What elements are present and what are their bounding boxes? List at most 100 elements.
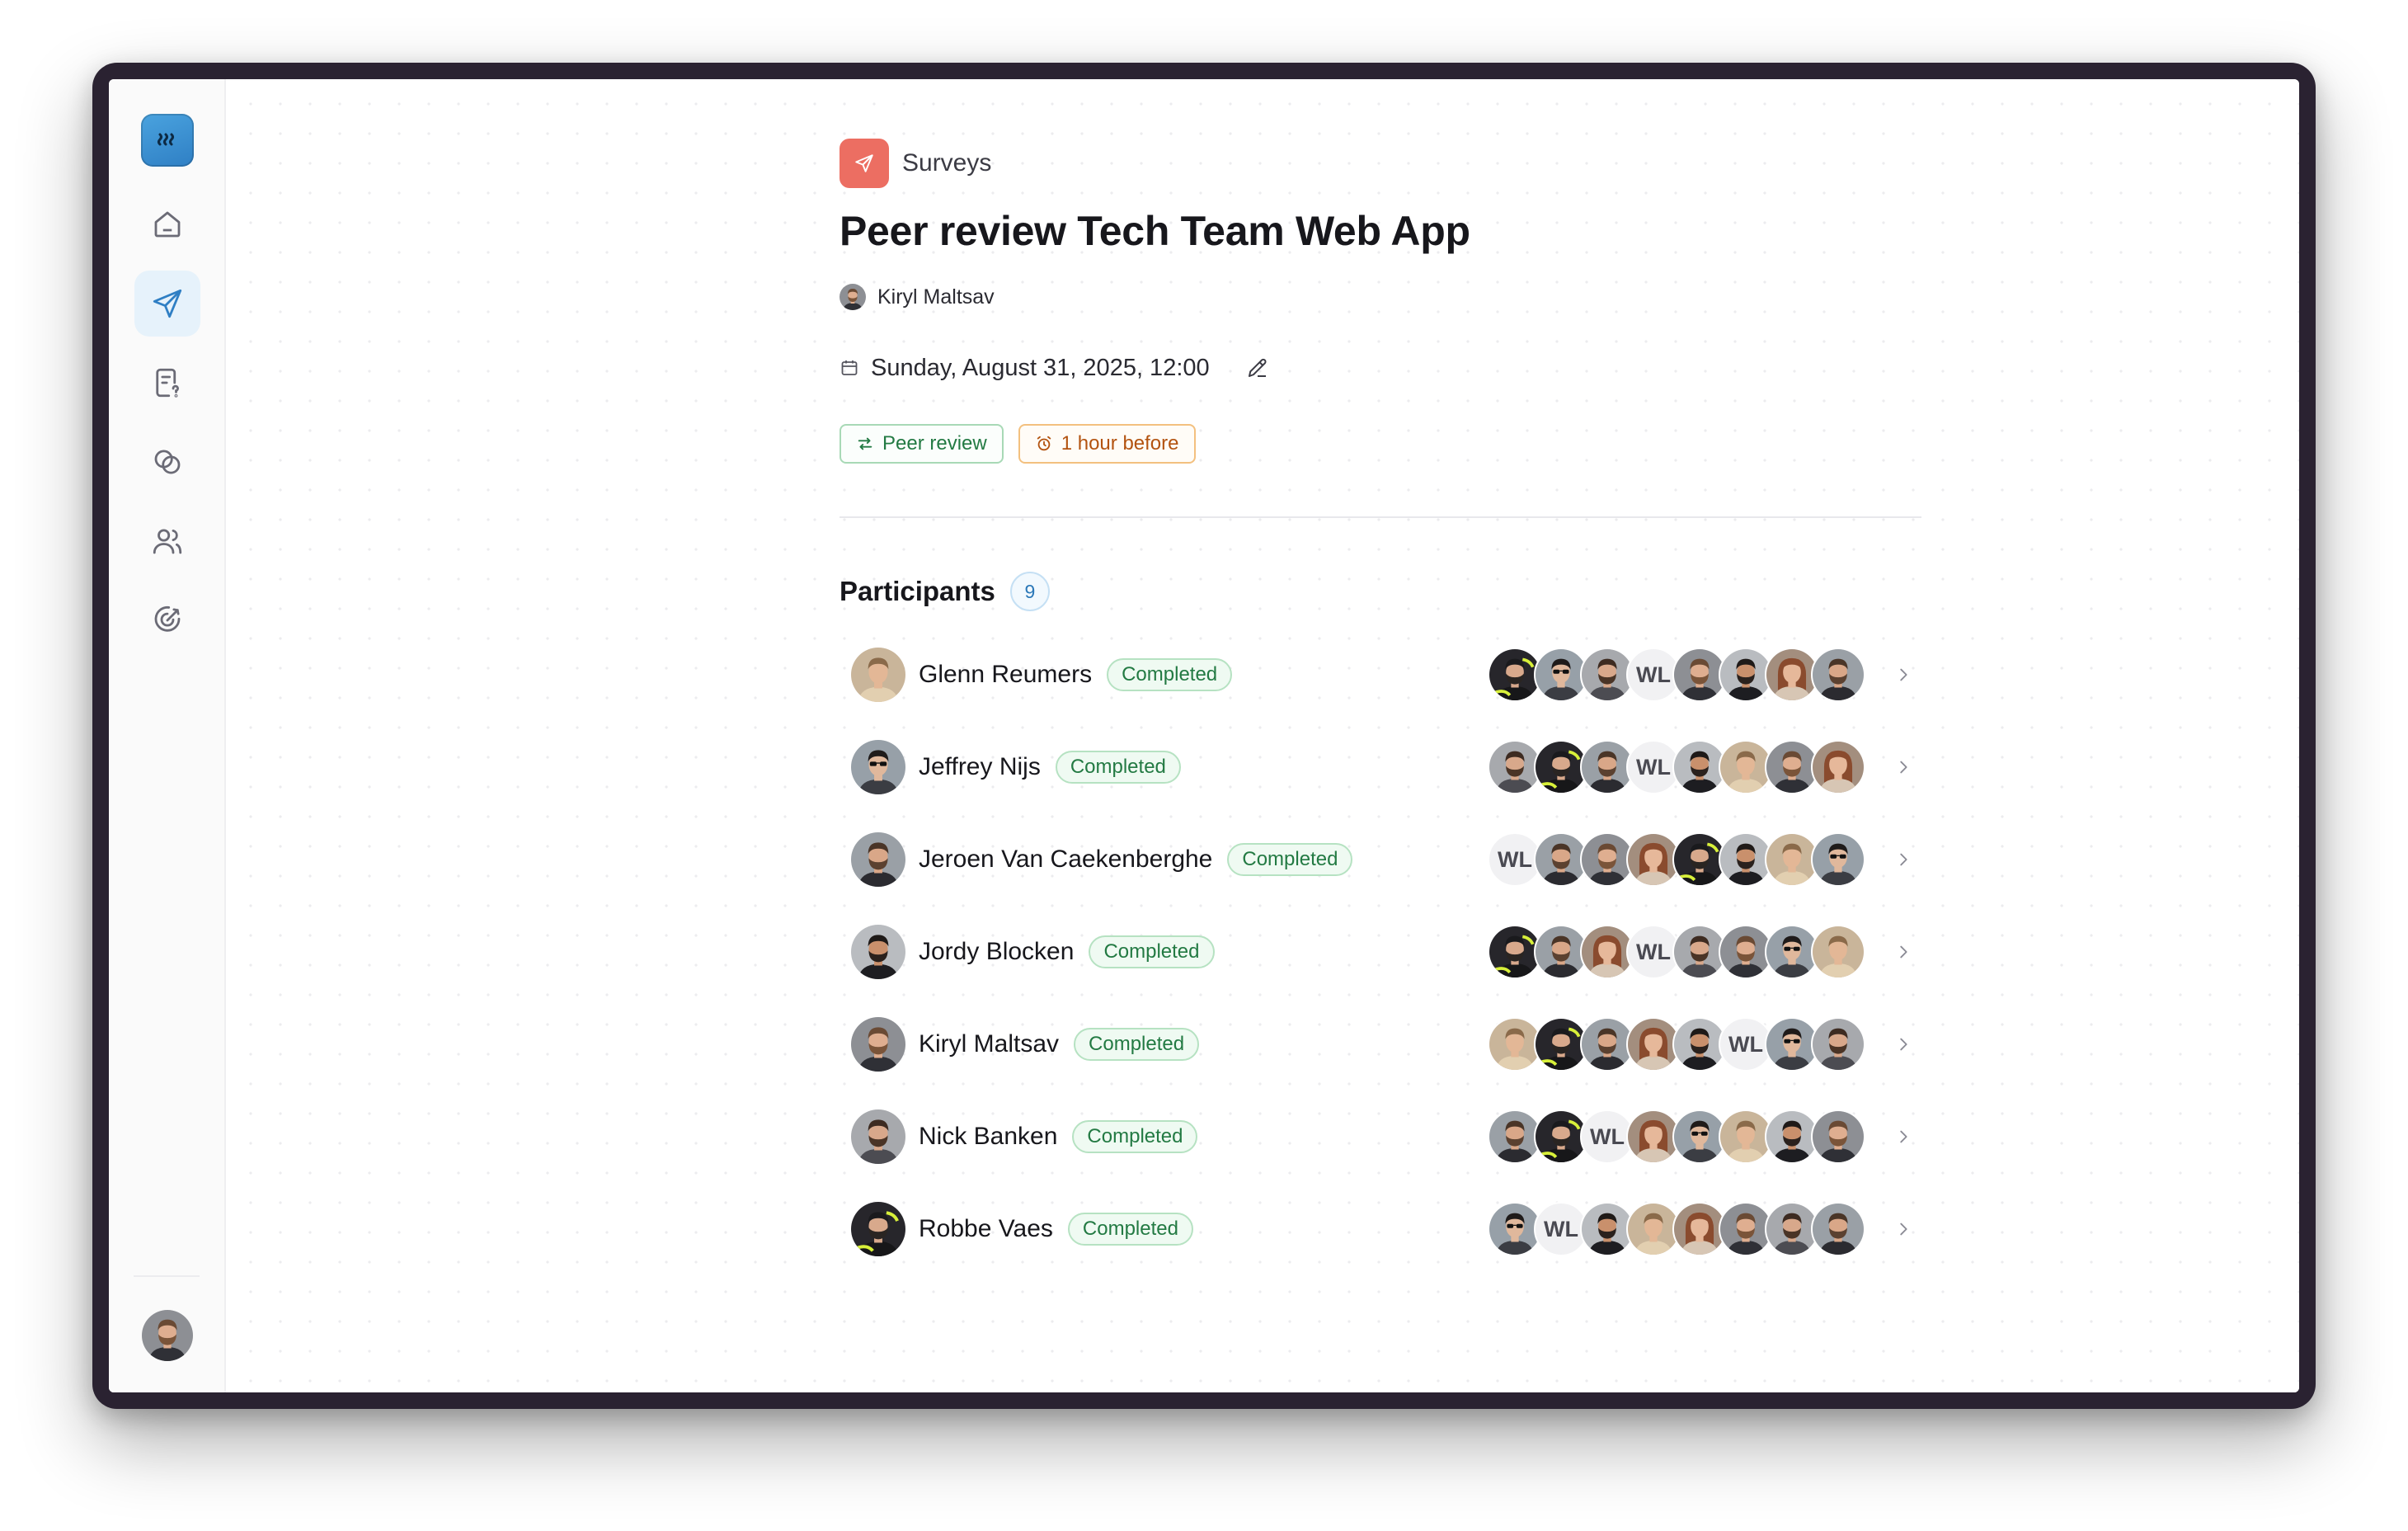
reviewer-avatars: WL: [1488, 1202, 1865, 1256]
status-badge: Completed: [1089, 935, 1215, 968]
chevron-right-icon: [1900, 668, 1907, 681]
reviewer-avatars: WL: [1488, 925, 1865, 979]
author-name: Kiryl Maltsav: [877, 285, 995, 309]
section-divider: [840, 516, 1921, 518]
pencil-icon: [1248, 358, 1267, 377]
chevron-right-icon: [1900, 761, 1907, 774]
open-participant-button[interactable]: [1887, 1028, 1920, 1061]
participant-avatar: [851, 1017, 905, 1072]
user-avatar[interactable]: [142, 1310, 193, 1361]
swap-arrows-icon: [858, 437, 872, 450]
nav-surveys[interactable]: [134, 271, 200, 337]
nav-goals[interactable]: [134, 587, 200, 653]
send-icon: [855, 154, 873, 172]
status-badge: Completed: [1055, 751, 1181, 784]
participant-row[interactable]: Glenn Reumers Completed WL: [840, 629, 1921, 721]
participant-name: Jeffrey Nijs: [919, 753, 1041, 780]
edit-date-button[interactable]: [1243, 353, 1272, 383]
main-content: Surveys Peer review Tech Team Web App Ki…: [226, 79, 2299, 1392]
sidebar: [109, 79, 226, 1392]
participant-avatar: [851, 925, 905, 979]
participant-name: Glenn Reumers: [919, 661, 1093, 688]
breadcrumb: Surveys: [840, 139, 1921, 188]
status-badge: Completed: [1072, 1120, 1198, 1153]
author-avatar: [840, 284, 866, 310]
calendar-icon: [841, 360, 858, 375]
reviewer-avatars: WL: [1488, 740, 1865, 794]
app-logo[interactable]: [141, 114, 194, 167]
circles-icon: [154, 450, 181, 474]
open-participant-button[interactable]: [1887, 658, 1920, 691]
open-participant-button[interactable]: [1887, 843, 1920, 876]
participant-name: Kiryl Maltsav: [919, 1030, 1060, 1058]
status-badge: Completed: [1074, 1028, 1200, 1061]
sidebar-divider: [134, 1275, 200, 1277]
reviewer-avatar: [1811, 1202, 1865, 1256]
tag-label: 1 hour before: [1061, 432, 1179, 455]
participant-row[interactable]: Jordy Blocken Completed WL: [840, 906, 1921, 998]
document-question-icon: [156, 368, 179, 398]
open-participant-button[interactable]: [1887, 935, 1920, 968]
participant-row[interactable]: Kiryl Maltsav Completed WL: [840, 998, 1921, 1091]
open-participant-button[interactable]: [1887, 1120, 1920, 1153]
chevron-right-icon: [1900, 853, 1907, 866]
participant-avatar: [851, 1202, 905, 1256]
nav-home[interactable]: [134, 191, 200, 257]
reviewer-avatar: [1811, 648, 1865, 702]
reviewer-avatar: [1811, 832, 1865, 887]
open-participant-button[interactable]: [1887, 1213, 1920, 1246]
participant-name: Jordy Blocken: [919, 938, 1075, 965]
reviewer-avatar: [1811, 740, 1865, 794]
users-icon: [153, 529, 182, 554]
reviewer-avatars: WL: [1488, 832, 1865, 887]
participant-name: Robbe Vaes: [919, 1215, 1053, 1242]
participant-row[interactable]: Jeffrey Nijs Completed WL: [840, 721, 1921, 813]
chevron-right-icon: [1900, 1130, 1907, 1143]
schedule-row: Sunday, August 31, 2025, 12:00: [840, 351, 1921, 384]
reviewer-avatars: WL: [1488, 1109, 1865, 1164]
surveys-badge: [840, 139, 889, 188]
chevron-right-icon: [1900, 1038, 1907, 1051]
participant-name: Nick Banken: [919, 1123, 1058, 1150]
participant-row[interactable]: Robbe Vaes Completed WL: [840, 1183, 1921, 1275]
reviewer-avatar: [1811, 925, 1865, 979]
send-icon: [153, 289, 182, 318]
tag-reminder: 1 hour before: [1018, 424, 1196, 464]
chevron-right-icon: [1900, 945, 1907, 959]
reviewer-avatars: WL: [1488, 648, 1865, 702]
survey-detail: Surveys Peer review Tech Team Web App Ki…: [840, 139, 1921, 1275]
participant-avatar: [851, 832, 905, 887]
tag-label: Peer review: [882, 432, 987, 455]
status-badge: Completed: [1067, 1213, 1193, 1246]
app-window: Surveys Peer review Tech Team Web App Ki…: [109, 79, 2299, 1392]
home-icon: [154, 211, 181, 238]
status-badge: Completed: [1227, 843, 1353, 876]
nav-people[interactable]: [134, 508, 200, 574]
participant-avatar: [851, 648, 905, 702]
author: Kiryl Maltsav: [840, 282, 1921, 312]
nav-forms[interactable]: [134, 350, 200, 416]
chevron-right-icon: [1900, 1222, 1907, 1236]
reviewer-avatar: [1811, 1109, 1865, 1164]
tags: Peer review 1 hour before: [840, 424, 1921, 464]
open-participant-button[interactable]: [1887, 751, 1920, 784]
participants-title: Participants: [840, 576, 995, 606]
participants-header: Participants 9: [840, 571, 1921, 612]
participant-avatar: [851, 740, 905, 794]
alarm-icon: [1037, 436, 1051, 451]
tag-peer-review: Peer review: [840, 424, 1004, 464]
participant-row[interactable]: Nick Banken Completed WL: [840, 1091, 1921, 1183]
schedule-date: Sunday, August 31, 2025, 12:00: [871, 354, 1210, 381]
reviewer-avatars: WL: [1488, 1017, 1865, 1072]
target-icon: [154, 605, 181, 632]
logo-wave-icon: [158, 133, 174, 146]
page-title: Peer review Tech Team Web App: [840, 208, 1470, 254]
participant-name: Jeroen Van Caekenberghe: [919, 846, 1213, 873]
device-frame: Surveys Peer review Tech Team Web App Ki…: [92, 63, 2316, 1409]
participant-row[interactable]: Jeroen Van Caekenberghe Completed WL: [840, 813, 1921, 906]
participants-count: 9: [1009, 572, 1050, 611]
breadcrumb-link[interactable]: Surveys: [902, 149, 991, 177]
participants-list: Glenn Reumers Completed WL Jeffrey Nijs Comp…: [840, 629, 1921, 1275]
status-badge: Completed: [1107, 658, 1233, 691]
nav-circles[interactable]: [134, 429, 200, 495]
